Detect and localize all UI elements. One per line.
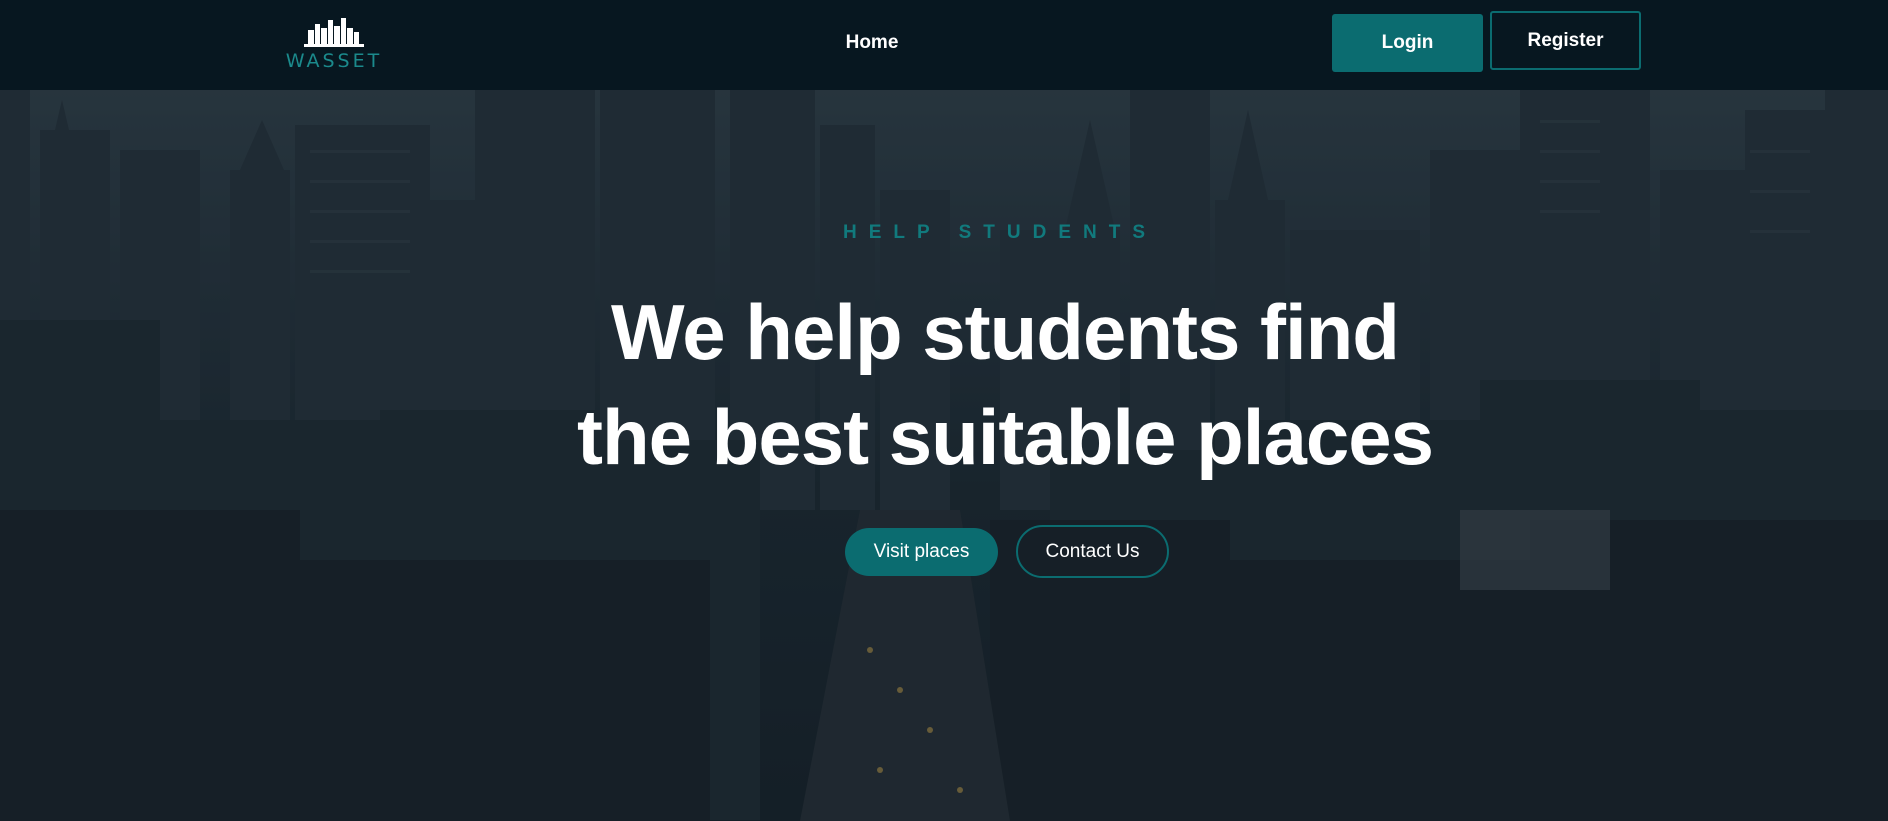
city-skyline-icon	[304, 18, 364, 47]
hero-headline: We help students find the best suitable …	[0, 280, 1888, 490]
navbar: WASSET Home Login Register	[0, 0, 1888, 90]
logo-text: WASSET	[285, 50, 383, 72]
logo[interactable]: WASSET	[268, 16, 400, 72]
contact-us-button[interactable]: Contact Us	[1016, 525, 1169, 578]
register-button[interactable]: Register	[1490, 11, 1641, 70]
hero-eyebrow: HELP STUDENTS	[842, 222, 1157, 243]
hero-headline-line1: We help students find	[611, 288, 1400, 376]
login-button[interactable]: Login	[1332, 14, 1483, 72]
nav-home-link[interactable]: Home	[820, 32, 924, 54]
hero-section: HELP STUDENTS We help students find the …	[0, 90, 1888, 821]
visit-places-button[interactable]: Visit places	[845, 528, 998, 576]
hero-headline-line2: the best suitable places	[577, 393, 1434, 481]
